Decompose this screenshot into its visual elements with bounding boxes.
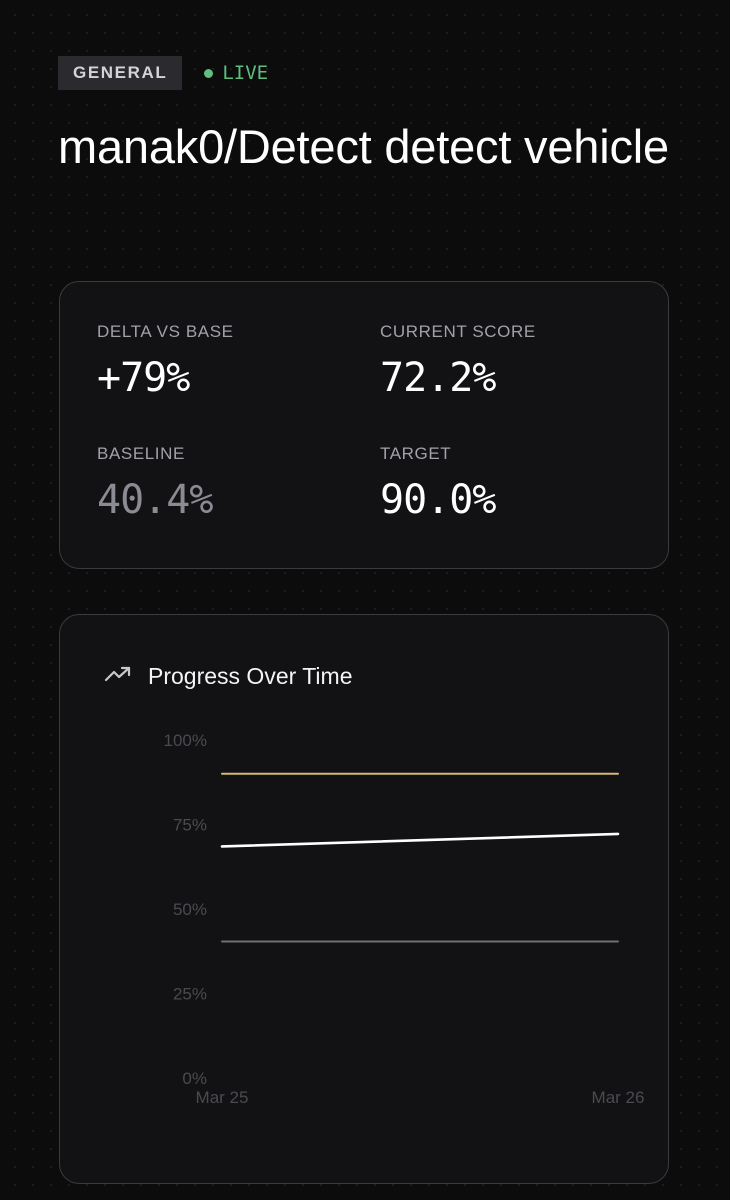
- chart-card: Progress Over Time 100% 75% 50% 25% 0% Mar 25…: [59, 614, 669, 1184]
- progress-chart: 100% 75% 50% 25% 0%Mar 25 Mar 26: [164, 731, 645, 1107]
- stat-delta-value: +79%: [97, 355, 190, 401]
- stat-delta-label: DELTA VS BASE: [97, 322, 234, 341]
- stat-target-value: 90.0%: [380, 477, 496, 523]
- stat-baseline-value: 40.4%: [97, 477, 213, 523]
- y-tick-label: 0%: [182, 1069, 207, 1088]
- stats-card: DELTA VS BASE +79% CURRENT SCORE 72.2% B…: [59, 281, 669, 569]
- stat-current-label: CURRENT SCORE: [380, 322, 536, 341]
- category-badge[interactable]: GENERAL: [58, 56, 183, 90]
- y-tick-label: 100%: [164, 731, 207, 750]
- page-title: manak0/Detect detect vehicle: [58, 120, 669, 173]
- live-dot-icon: [204, 68, 214, 78]
- stat-current-value: 72.2%: [380, 355, 496, 401]
- stat-target-label: TARGET: [380, 444, 452, 463]
- y-tick-label: 25%: [173, 985, 207, 1004]
- live-status-label: LIVE: [222, 62, 269, 84]
- stat-delta: DELTA VS BASE +79%: [97, 322, 234, 401]
- stat-baseline-label: BASELINE: [97, 444, 185, 463]
- stat-baseline: BASELINE 40.4%: [97, 444, 213, 523]
- stat-target: TARGET 90.0%: [380, 444, 496, 523]
- x-tick-label: Mar 25: [196, 1088, 249, 1107]
- series-line-current: [220, 832, 620, 848]
- y-tick-label: 75%: [173, 816, 207, 835]
- stat-current: CURRENT SCORE 72.2%: [380, 322, 536, 401]
- live-status: LIVE: [204, 62, 268, 84]
- y-tick-label: 50%: [173, 900, 207, 919]
- header-row: GENERAL LIVE: [58, 56, 268, 90]
- x-tick-label: Mar 26: [592, 1088, 645, 1107]
